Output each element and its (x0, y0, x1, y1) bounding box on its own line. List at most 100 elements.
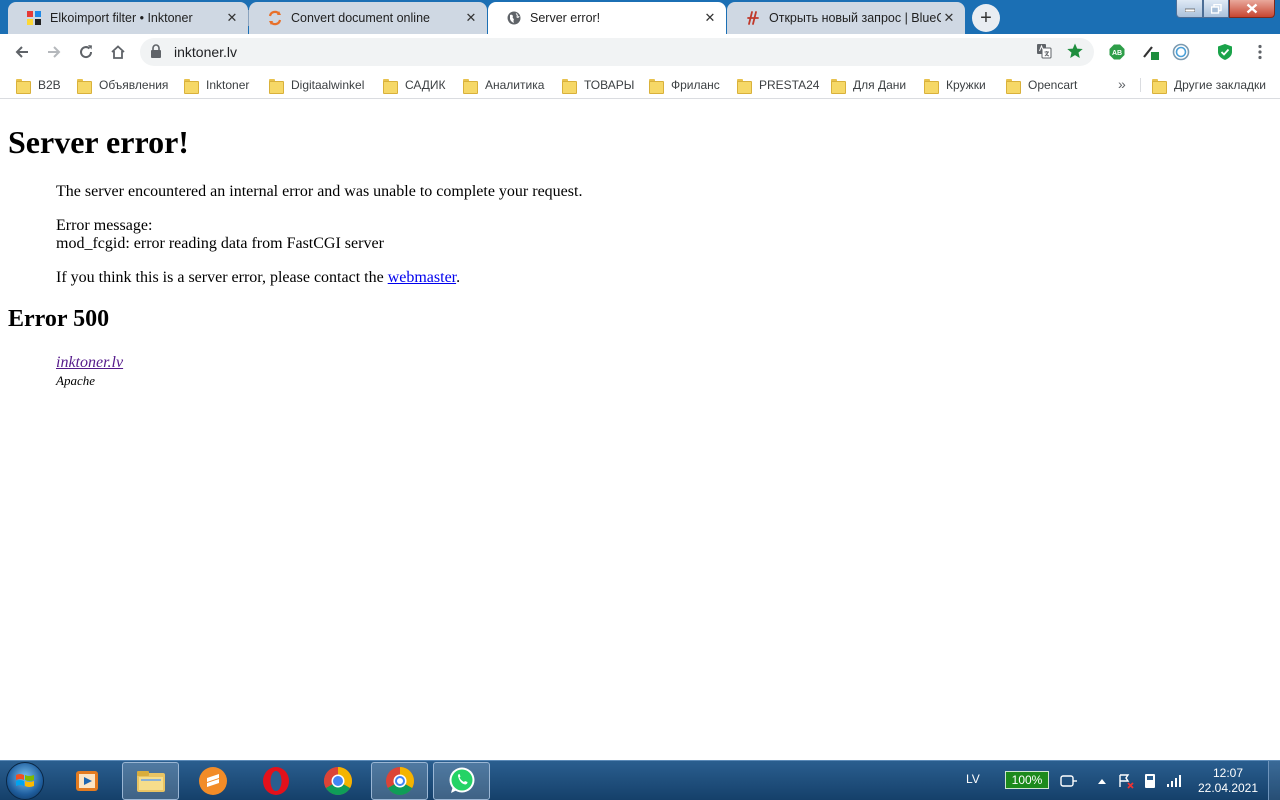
server-name: Apache (56, 373, 95, 388)
bookmark-digitaalwinkel[interactable]: Digitaalwinkel (269, 76, 364, 94)
taskbar-chrome[interactable] (309, 762, 366, 800)
bookmark-tovary[interactable]: ТОВАРЫ (562, 76, 634, 94)
start-button[interactable] (6, 762, 44, 800)
page-content: Server error! The server encountered an … (0, 100, 1280, 760)
show-desktop-button[interactable] (1268, 761, 1280, 800)
menu-kebab-icon[interactable] (1250, 42, 1270, 62)
tab-title: Elkoimport filter • Inktoner (50, 11, 193, 25)
bookmark-label: Opencart (1028, 78, 1078, 92)
server-address: inktoner.lv Apache (56, 354, 123, 389)
close-window-button[interactable] (1229, 0, 1275, 18)
bookmark-analitika[interactable]: Аналитика (463, 76, 544, 94)
language-indicator[interactable]: LV (966, 772, 980, 786)
network-signal-icon[interactable] (1165, 772, 1183, 790)
bookmark-label: САДИК (405, 78, 446, 92)
adblock-extension-icon[interactable]: AB (1107, 42, 1127, 62)
close-tab-icon[interactable]: ✕ (463, 10, 479, 26)
tab-title: Server error! (530, 11, 601, 25)
new-tab-button[interactable]: + (972, 4, 1000, 32)
chrome-icon (323, 767, 352, 795)
lock-icon[interactable] (150, 44, 162, 63)
bookmark-kruzhki[interactable]: Кружки (924, 76, 986, 94)
bookmark-label: Для Дани (853, 78, 907, 92)
bookmarks-overflow-button[interactable]: » (1118, 76, 1126, 92)
bookmark-label: PRESTA24 (759, 78, 820, 92)
folder-icon (383, 78, 398, 94)
close-tab-icon[interactable]: ✕ (941, 10, 957, 26)
taskbar-whatsapp[interactable] (433, 762, 490, 800)
reload-button[interactable] (72, 38, 100, 66)
intro-text: The server encountered an internal error… (56, 183, 583, 200)
clock-date: 22.04.2021 (1197, 781, 1259, 795)
bookmark-star-icon[interactable] (1066, 42, 1084, 65)
forward-button[interactable] (40, 38, 68, 66)
home-icon (111, 45, 125, 59)
taskbar-chrome-active[interactable] (371, 762, 428, 800)
taskbar-sublime[interactable] (184, 762, 241, 800)
bookmark-sadik[interactable]: САДИК (383, 76, 446, 94)
error-detail: mod_fcgid: error reading data from FastC… (56, 235, 384, 252)
circle-extension-icon[interactable] (1171, 42, 1191, 62)
close-tab-icon[interactable]: ✕ (702, 10, 718, 26)
globe-icon (506, 10, 522, 26)
reload-icon (80, 45, 93, 59)
taskbar-media-player[interactable] (58, 762, 115, 800)
browser-toolbar: inktoner.lv AB (0, 34, 1280, 70)
bookmark-frilans[interactable]: Фриланс (649, 76, 720, 94)
restore-button[interactable] (1203, 0, 1229, 18)
bookmark-dlya-dani[interactable]: Для Дани (831, 76, 906, 94)
bookmark-b2b[interactable]: B2B (16, 76, 61, 94)
shield-check-icon[interactable] (1215, 42, 1235, 62)
folder-icon (77, 78, 92, 94)
restore-icon (1210, 3, 1222, 14)
folder-icon (1006, 78, 1021, 94)
opera-icon (262, 767, 289, 795)
folder-icon (463, 78, 478, 94)
bookmark-inktoner[interactable]: Inktoner (184, 76, 249, 94)
translate-icon[interactable] (1036, 43, 1052, 64)
folder-explorer-icon (136, 771, 165, 792)
tab-title: Открыть новый запрос | BlueCla (769, 11, 941, 25)
home-button[interactable] (104, 38, 132, 66)
bookmark-opencart[interactable]: Opencart (1006, 76, 1077, 94)
tray-expand-icon[interactable] (1093, 772, 1111, 790)
folder-icon (737, 78, 752, 94)
bookmark-obyavleniya[interactable]: Объявления (77, 76, 168, 94)
contact-text-before: If you think this is a server error, ple… (56, 269, 388, 286)
minimize-icon (1184, 8, 1195, 12)
folder-icon (831, 78, 846, 94)
bookmark-other[interactable]: Другие закладки (1152, 76, 1266, 94)
host-link[interactable]: inktoner.lv (56, 354, 123, 372)
sublime-text-icon (198, 767, 227, 795)
bookmark-label: Фриланс (671, 78, 720, 92)
bookmark-label: B2B (38, 78, 61, 92)
tab-convert-document[interactable]: Convert document online ✕ (249, 2, 487, 34)
folder-icon (1152, 78, 1167, 94)
tab-bluecla[interactable]: Открыть новый запрос | BlueCla ✕ (727, 2, 965, 34)
svg-text:AB: AB (1112, 50, 1122, 57)
action-center-icon[interactable] (1117, 772, 1135, 790)
minimize-button[interactable] (1176, 0, 1203, 18)
bluecla-icon (745, 10, 761, 26)
clock-time: 12:07 (1212, 766, 1244, 780)
tab-server-error[interactable]: Server error! ✕ (488, 2, 726, 34)
close-tab-icon[interactable]: ✕ (224, 10, 240, 26)
usb-device-icon[interactable] (1141, 772, 1159, 790)
bookmark-label: Кружки (946, 78, 986, 92)
tab-elkoimport[interactable]: Elkoimport filter • Inktoner ✕ (8, 2, 248, 34)
battery-indicator[interactable]: 100% (1005, 771, 1049, 789)
eyedropper-extension-icon[interactable] (1141, 42, 1161, 62)
power-plug-icon[interactable] (1060, 772, 1078, 790)
clock[interactable]: 12:07 22.04.2021 (1194, 766, 1262, 796)
bookmark-label: Inktoner (206, 78, 250, 92)
tab-strip: Elkoimport filter • Inktoner ✕ Convert d… (0, 0, 1280, 34)
bookmark-label: ТОВАРЫ (584, 78, 635, 92)
webmaster-link[interactable]: webmaster (388, 269, 456, 286)
taskbar-opera[interactable] (247, 762, 304, 800)
bookmarks-separator (1140, 78, 1141, 92)
taskbar-explorer[interactable] (122, 762, 179, 800)
error-label: Error message: (56, 217, 153, 234)
bookmark-presta24[interactable]: PRESTA24 (737, 76, 819, 94)
address-bar[interactable]: inktoner.lv (140, 38, 1094, 66)
back-button[interactable] (8, 38, 36, 66)
